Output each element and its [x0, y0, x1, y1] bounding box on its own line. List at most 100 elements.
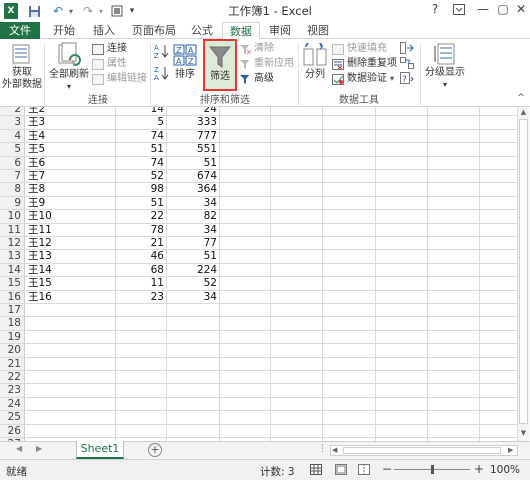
cell-c[interactable] [166, 398, 217, 411]
row-header[interactable]: 18 [0, 317, 25, 331]
collapse-ribbon-icon[interactable]: ^ [516, 93, 526, 103]
page-break-view-icon[interactable] [358, 464, 370, 475]
cell-b[interactable]: 68 [115, 264, 164, 277]
cell-b[interactable]: 46 [115, 250, 164, 263]
tab-home[interactable]: 开始 [46, 22, 82, 39]
save-icon[interactable] [26, 3, 42, 19]
cell-c[interactable] [166, 304, 217, 317]
row-header[interactable]: 13 [0, 250, 25, 264]
advanced-filter-button[interactable]: 高级 [240, 72, 274, 86]
redo-icon[interactable]: ↷ [80, 3, 96, 19]
cell-c[interactable]: 551 [166, 143, 217, 156]
cell-c[interactable] [166, 411, 217, 424]
row-header[interactable]: 16 [0, 290, 25, 304]
cell-b[interactable]: 52 [115, 170, 164, 183]
redo-dropdown-icon[interactable]: ▾ [96, 3, 106, 19]
cell-c[interactable]: 51 [166, 250, 217, 263]
cell-a[interactable]: 王5 [28, 143, 45, 156]
tab-file[interactable]: 文件 [0, 22, 40, 39]
cell-a[interactable]: 王13 [28, 250, 52, 263]
touch-mode-icon[interactable] [110, 3, 124, 19]
row-header[interactable]: 2 [0, 107, 25, 117]
sort-ascending-icon[interactable]: AZ [154, 43, 170, 60]
tab-page-layout[interactable]: 页面布局 [126, 22, 182, 39]
cell-b[interactable]: 5 [115, 116, 164, 129]
cell-b[interactable] [115, 317, 164, 330]
cell-c[interactable] [166, 358, 217, 371]
tab-split-handle-icon[interactable]: ⋮ [318, 444, 327, 454]
row-header[interactable]: 14 [0, 263, 25, 278]
cell-c[interactable] [166, 371, 217, 384]
cell-c[interactable]: 674 [166, 170, 217, 183]
cell-b[interactable]: 78 [115, 224, 164, 237]
cell-c[interactable] [166, 331, 217, 344]
row-header[interactable]: 25 [0, 411, 25, 425]
cell-b[interactable] [115, 331, 164, 344]
add-sheet-button[interactable]: + [148, 443, 162, 457]
tab-review[interactable]: 审阅 [262, 22, 298, 39]
cell-a[interactable]: 王6 [28, 157, 45, 170]
cell-b[interactable] [115, 371, 164, 384]
outline-button[interactable]: 分级显示 ▾ [424, 41, 466, 93]
cell-c[interactable]: 77 [166, 237, 217, 250]
consolidate-icon[interactable] [400, 42, 414, 54]
cell-b[interactable] [115, 358, 164, 371]
cell-a[interactable]: 王2 [28, 107, 45, 116]
filter-button[interactable]: 筛选 [203, 39, 237, 91]
row-header[interactable]: 23 [0, 384, 25, 398]
row-header[interactable]: 10 [0, 210, 25, 224]
page-layout-view-icon[interactable] [335, 464, 347, 475]
what-if-analysis-icon[interactable]: ? [400, 72, 414, 85]
horizontal-scroll-thumb[interactable] [343, 447, 501, 454]
close-button[interactable]: ✕ [510, 2, 530, 18]
connections-button[interactable]: 连接 [92, 42, 127, 56]
cell-b[interactable]: 74 [115, 157, 164, 170]
cell-a[interactable]: 王8 [28, 183, 45, 196]
data-validation-button[interactable]: 数据验证 ▾ [332, 72, 394, 86]
cell-b[interactable] [115, 384, 164, 397]
refresh-all-button[interactable]: 全部刷新 ▾ [48, 41, 90, 93]
cell-a[interactable]: 王16 [28, 291, 52, 304]
zoom-out-button[interactable]: − [382, 462, 392, 476]
customize-qat-icon[interactable]: ▾ [126, 3, 138, 19]
tab-insert[interactable]: 插入 [86, 22, 122, 39]
sort-button[interactable]: ZAAZ 排序 [172, 41, 198, 93]
cell-c[interactable]: 52 [166, 277, 217, 290]
row-header[interactable]: 11 [0, 223, 25, 237]
cell-a[interactable]: 王10 [28, 210, 52, 223]
row-header[interactable]: 5 [0, 143, 25, 157]
cell-b[interactable]: 23 [115, 291, 164, 304]
cell-a[interactable]: 王7 [28, 170, 45, 183]
vertical-scrollbar[interactable]: ▲ ▼ [517, 107, 529, 441]
text-to-columns-button[interactable]: 分列 [302, 41, 328, 93]
cell-c[interactable]: 777 [166, 130, 217, 143]
minimize-button[interactable]: — [472, 2, 494, 18]
cell-a[interactable]: 王9 [28, 197, 45, 210]
scroll-right-icon[interactable]: ▶ [508, 446, 513, 454]
row-header[interactable]: 17 [0, 304, 25, 318]
cell-b[interactable]: 22 [115, 210, 164, 223]
cell-a[interactable]: 王3 [28, 116, 45, 129]
cell-c[interactable]: 34 [166, 197, 217, 210]
get-external-data-button[interactable]: 获取 外部数据 [2, 41, 42, 93]
sheet-tab-sheet1[interactable]: Sheet1 [76, 441, 124, 459]
scroll-down-icon[interactable]: ▼ [519, 429, 528, 438]
normal-view-icon[interactable] [310, 464, 322, 475]
cell-c[interactable] [166, 317, 217, 330]
ribbon-display-options-icon[interactable] [448, 2, 470, 18]
row-header[interactable]: 7 [0, 170, 25, 184]
row-header[interactable]: 8 [0, 183, 25, 197]
cell-a[interactable]: 王4 [28, 130, 45, 143]
cell-c[interactable]: 224 [166, 264, 217, 277]
cell-a[interactable]: 王15 [28, 277, 52, 290]
cell-b[interactable]: 74 [115, 130, 164, 143]
cell-a[interactable]: 王12 [28, 237, 52, 250]
zoom-level[interactable]: 100% [490, 464, 520, 476]
cell-b[interactable] [115, 425, 164, 438]
cell-c[interactable] [166, 384, 217, 397]
scroll-left-icon[interactable]: ◀ [332, 446, 337, 454]
cell-b[interactable]: 98 [115, 183, 164, 196]
tab-formulas[interactable]: 公式 [184, 22, 220, 39]
cell-b[interactable]: 11 [115, 277, 164, 290]
row-header[interactable]: 9 [0, 196, 25, 211]
